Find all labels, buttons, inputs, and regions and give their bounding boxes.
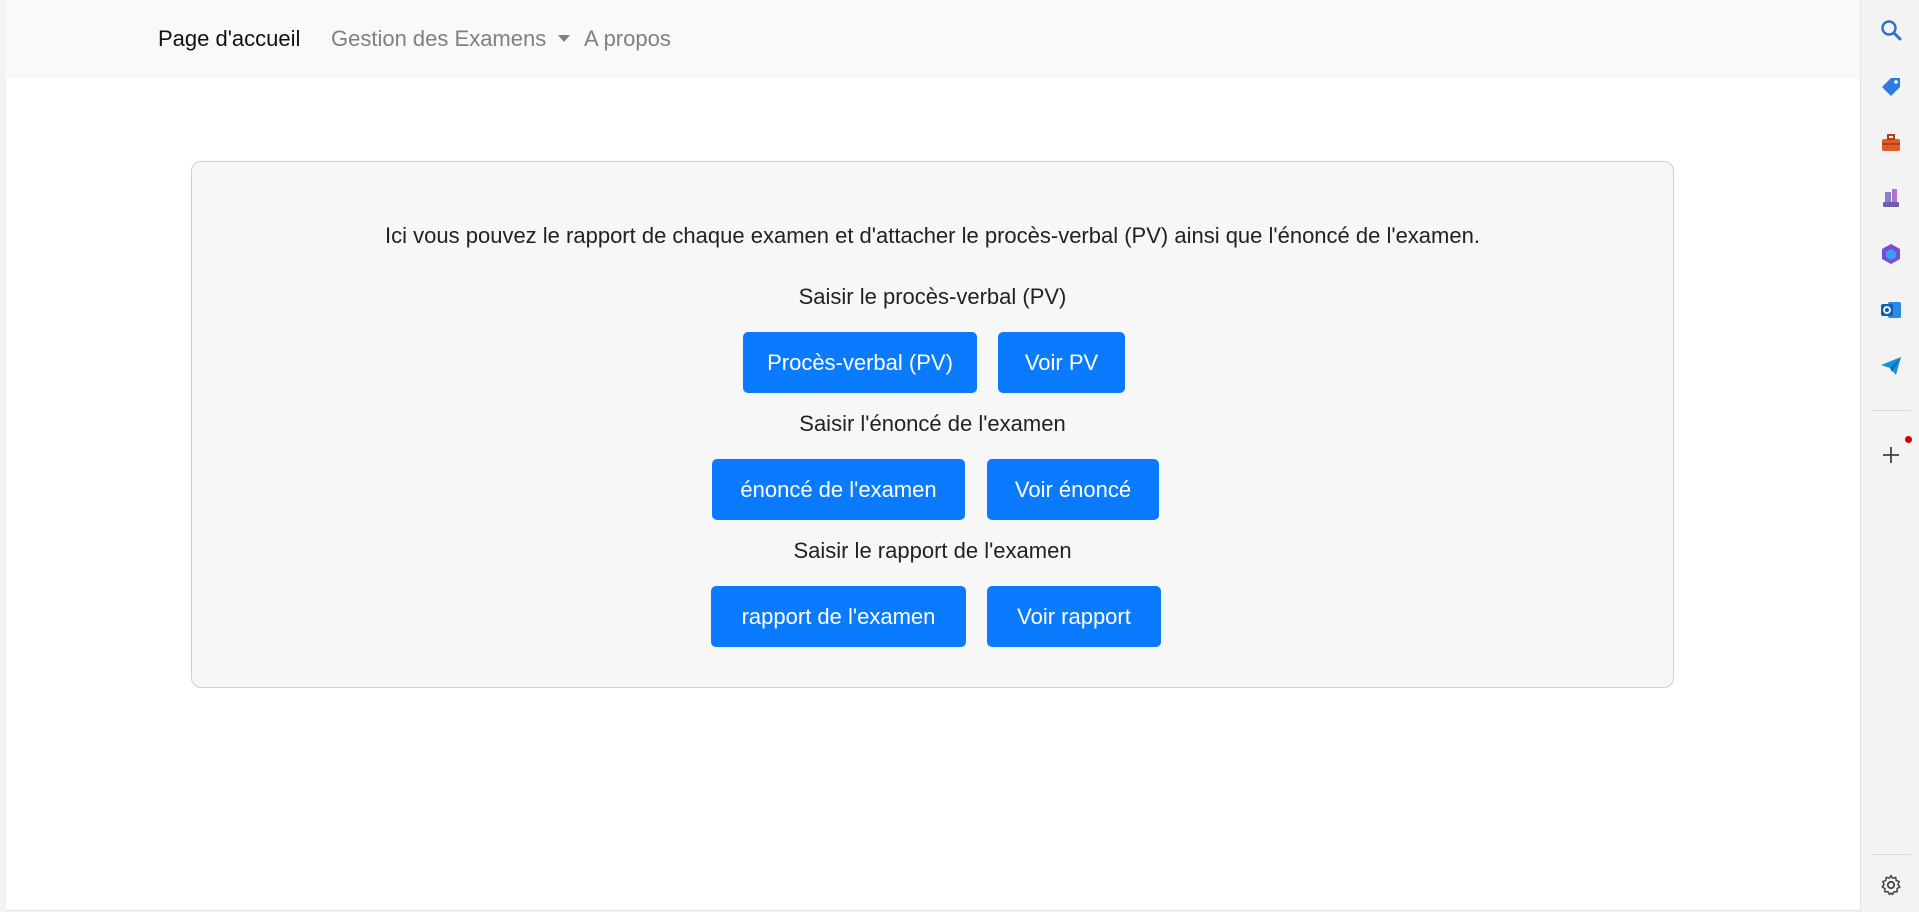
office-icon[interactable]	[1878, 241, 1904, 267]
outlook-icon[interactable]	[1878, 297, 1904, 323]
nav-home-link[interactable]: Page d'accueil	[158, 24, 300, 54]
enonce-view-button[interactable]: Voir énoncé	[987, 459, 1159, 520]
nav-exams-label: Gestion des Examens	[331, 26, 547, 51]
browser-sidebar	[1861, 0, 1919, 912]
rapport-view-button[interactable]: Voir rapport	[987, 586, 1161, 647]
rapport-heading: Saisir le rapport de l'examen	[793, 538, 1072, 563]
notification-dot	[1905, 436, 1912, 443]
rapport-add-button[interactable]: rapport de l'examen	[711, 586, 966, 647]
nav-exams-dropdown[interactable]: Gestion des Examens	[331, 24, 571, 54]
intro-text: Ici vous pouvez le rapport de chaque exa…	[385, 223, 1480, 248]
enonce-heading: Saisir l'énoncé de l'examen	[799, 411, 1066, 436]
chess-icon[interactable]	[1878, 185, 1904, 211]
settings-icon[interactable]	[1878, 872, 1904, 898]
sidebar-divider-bottom	[1871, 854, 1911, 855]
browser-page: Page d'accueil Gestion des Examens A pro…	[6, 0, 1861, 911]
pv-add-button[interactable]: Procès-verbal (PV)	[743, 332, 977, 393]
sidebar-divider	[1871, 410, 1911, 411]
pv-view-button[interactable]: Voir PV	[998, 332, 1125, 393]
pv-heading: Saisir le procès-verbal (PV)	[798, 284, 1067, 309]
exam-card: Ici vous pouvez le rapport de chaque exa…	[191, 161, 1674, 688]
caret-down-icon	[558, 34, 571, 42]
search-icon[interactable]	[1878, 17, 1904, 43]
enonce-add-button[interactable]: énoncé de l'examen	[712, 459, 965, 520]
nav-about-link[interactable]: A propos	[584, 24, 671, 54]
toolbox-icon[interactable]	[1878, 130, 1904, 156]
navbar: Page d'accueil Gestion des Examens A pro…	[6, 0, 1860, 78]
add-icon[interactable]	[1878, 442, 1904, 468]
tag-icon[interactable]	[1878, 74, 1904, 100]
send-icon[interactable]	[1878, 353, 1904, 379]
